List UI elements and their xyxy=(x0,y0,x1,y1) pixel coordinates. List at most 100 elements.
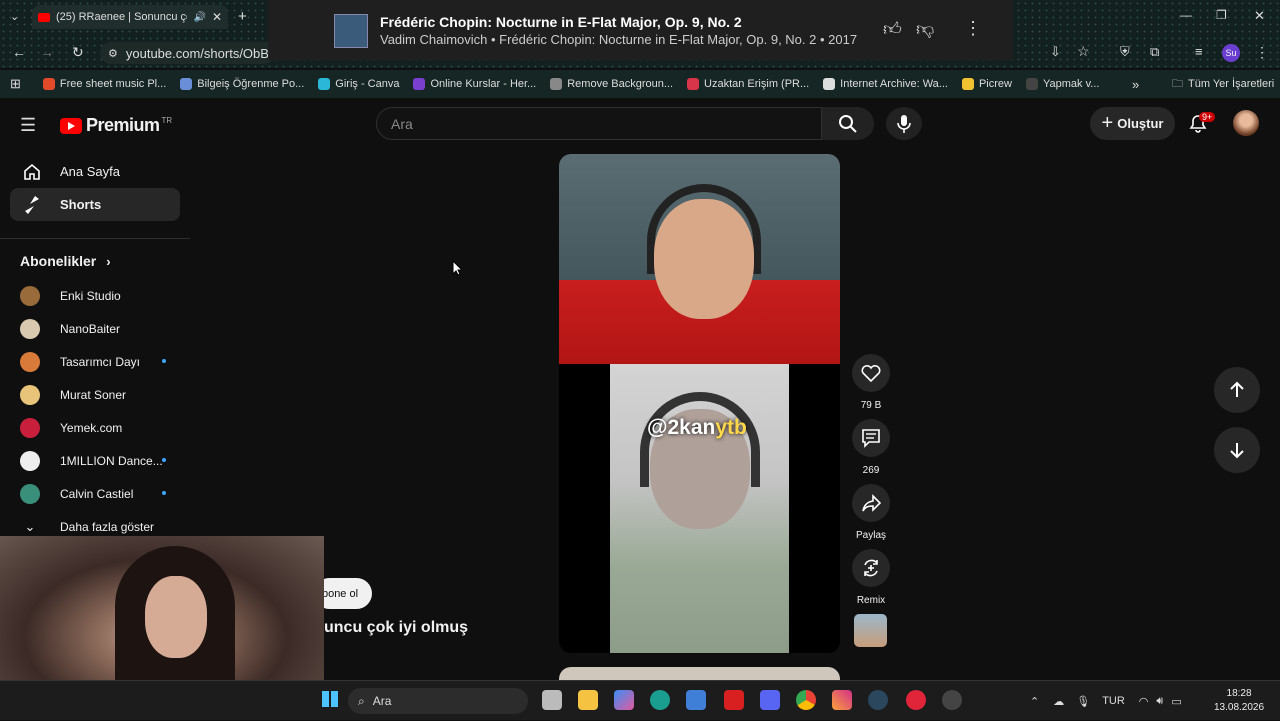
store-icon[interactable] xyxy=(686,690,706,710)
task-view-icon[interactable] xyxy=(542,690,562,710)
hamburger-menu-icon[interactable]: ☰ xyxy=(20,115,36,136)
install-icon[interactable]: ⇩ xyxy=(1050,44,1061,60)
taskbar-search[interactable]: ⌕ Ara xyxy=(348,688,528,714)
search-input[interactable]: Ara xyxy=(376,107,822,140)
chrome-icon[interactable] xyxy=(796,690,816,710)
browser-menu-icon[interactable]: ⋮ xyxy=(1255,44,1269,61)
subscription-item[interactable]: Enki Studio xyxy=(0,279,190,312)
volume-icon[interactable]: 🔊︎ xyxy=(1156,695,1163,708)
wifi-icon[interactable]: ◠ xyxy=(1139,695,1149,708)
address-bar[interactable]: ⚙ youtube.com/shorts/ObBf xyxy=(100,42,275,64)
thumbs-down-icon[interactable]: 👎︎ xyxy=(916,18,934,40)
profile-avatar[interactable]: Su xyxy=(1222,44,1240,62)
all-bookmarks-folder[interactable]: 🗀 Tüm Yer İşaretleri xyxy=(1172,75,1274,94)
sidebar-item-label: Shorts xyxy=(60,197,102,212)
subscription-item[interactable]: NanoBaiter xyxy=(0,312,190,345)
comment-action[interactable]: 269 xyxy=(851,419,891,476)
language-indicator[interactable]: TUR xyxy=(1102,695,1125,707)
app-l-icon[interactable] xyxy=(724,690,744,710)
subscription-item[interactable]: Tasarımcı Dayı xyxy=(0,345,190,378)
back-icon[interactable]: ← xyxy=(12,44,26,60)
voice-search-button[interactable] xyxy=(886,107,922,140)
browser-tab[interactable]: (25) RRaenee | Sonuncu çok 🔊 ✕ xyxy=(32,5,228,29)
window-restore-icon[interactable]: ❐ xyxy=(1216,8,1227,22)
search-button[interactable] xyxy=(822,107,874,140)
obs-icon[interactable] xyxy=(942,690,962,710)
subscriptions-heading[interactable]: Abonelikler › xyxy=(0,238,190,279)
recorder-icon[interactable] xyxy=(906,690,926,710)
copilot-icon[interactable] xyxy=(614,690,634,710)
media-queue-icon[interactable]: ≡ xyxy=(1195,44,1203,59)
url-text: youtube.com/shorts/ObBf xyxy=(125,45,273,61)
file-explorer-icon[interactable] xyxy=(578,690,598,710)
subscription-item[interactable]: 1MILLION Dance... xyxy=(0,444,190,477)
shield-icon[interactable]: ⛨ xyxy=(1120,44,1130,60)
share-icon xyxy=(862,494,881,512)
short-video-player[interactable]: @2kanytb xyxy=(559,154,840,653)
sidebar-item-shorts[interactable]: Shorts xyxy=(10,188,180,221)
tab-list-icon[interactable]: ⌄ xyxy=(10,10,19,23)
apps-grid-icon[interactable]: ⊞ xyxy=(10,76,21,92)
bookmark-item[interactable]: Uzaktan Erişim (PR... xyxy=(687,78,809,90)
channel-avatar xyxy=(20,285,40,306)
bookmark-item[interactable]: Yapmak v... xyxy=(1025,78,1099,90)
comments-button[interactable] xyxy=(852,419,890,457)
windows-start-icon[interactable] xyxy=(322,691,338,707)
window-minimize-icon[interactable]: — xyxy=(1180,8,1192,22)
youtube-logo[interactable]: Premium TR xyxy=(60,115,172,136)
more-bookmarks-icon[interactable]: » xyxy=(1132,77,1139,92)
bookmark-favicon-icon xyxy=(413,78,426,90)
mic-tray-icon[interactable]: 🎙︎ xyxy=(1076,695,1090,708)
tray-expand-icon[interactable]: ⌃ xyxy=(1030,695,1039,708)
cloud-icon[interactable]: ☁ xyxy=(1053,695,1064,708)
speaker-icon[interactable]: 🔊 xyxy=(193,12,205,23)
reload-icon[interactable]: ↻ xyxy=(72,44,84,61)
like-button[interactable] xyxy=(852,354,890,392)
subscription-item[interactable]: Murat Soner xyxy=(0,378,190,411)
like-action[interactable]: 79 B xyxy=(851,354,891,411)
bookmark-item[interactable]: Giriş - Canva xyxy=(318,78,399,90)
extensions-icon[interactable]: ⧉ xyxy=(1150,44,1159,60)
bookmark-item[interactable]: Picrew xyxy=(961,78,1012,90)
window-close-icon[interactable]: ✕ xyxy=(1254,8,1265,24)
system-tray: ⌃ ☁ 🎙︎ TUR ◠ 🔊︎ ▭ xyxy=(1030,681,1182,721)
sidebar-item-home[interactable]: Ana Sayfa xyxy=(10,155,180,188)
arrow-down-icon xyxy=(1230,443,1244,459)
remix-action[interactable]: Remix xyxy=(851,549,891,606)
site-info-icon[interactable]: ⚙ xyxy=(108,47,118,60)
subscription-item[interactable]: Yemek.com xyxy=(0,411,190,444)
bookmark-item[interactable]: Free sheet music Pl... xyxy=(42,78,166,90)
steam-icon[interactable] xyxy=(868,690,888,710)
arrow-up-icon xyxy=(1230,381,1244,397)
taskbar-clock[interactable]: 18:28 13.08.2026 xyxy=(1214,687,1264,715)
streamer-cam-top xyxy=(559,154,840,364)
battery-icon[interactable]: ▭ xyxy=(1171,695,1181,708)
bookmark-item[interactable]: Online Kurslar - Her... xyxy=(413,78,536,90)
thumbs-up-icon[interactable]: 👍︎ xyxy=(883,18,902,40)
previous-short-button[interactable] xyxy=(1214,367,1260,413)
bookmark-star-icon[interactable]: ☆ xyxy=(1077,43,1090,60)
bookmark-item[interactable]: Internet Archive: Wa... xyxy=(823,78,948,90)
new-content-dot xyxy=(162,491,166,495)
bookmark-favicon-icon xyxy=(180,78,193,90)
next-short-button[interactable] xyxy=(1214,427,1260,473)
remix-button[interactable] xyxy=(852,549,890,587)
forward-icon[interactable]: → xyxy=(40,44,54,60)
share-button[interactable] xyxy=(852,484,890,522)
share-label: Paylaş xyxy=(855,530,886,541)
channel-avatar xyxy=(20,417,40,438)
account-avatar[interactable] xyxy=(1233,110,1259,136)
bookmark-label: Giriş - Canva xyxy=(335,78,400,90)
share-action[interactable]: Paylaş xyxy=(851,484,891,541)
discord-icon[interactable] xyxy=(760,690,780,710)
more-options-icon[interactable]: ⋮ xyxy=(964,18,982,39)
bookmark-item[interactable]: Bilgeiş Öğrenme Po... xyxy=(180,78,304,90)
subscription-item[interactable]: Calvin Castiel xyxy=(0,477,190,510)
create-button[interactable]: + Oluştur xyxy=(1090,107,1175,140)
instagram-icon[interactable] xyxy=(832,690,852,710)
new-tab-icon[interactable]: + xyxy=(238,8,247,25)
close-tab-icon[interactable]: ✕ xyxy=(212,10,222,24)
bookmark-item[interactable]: Remove Backgroun... xyxy=(550,78,673,90)
edge-icon[interactable] xyxy=(650,690,670,710)
channel-avatar[interactable] xyxy=(854,614,887,647)
